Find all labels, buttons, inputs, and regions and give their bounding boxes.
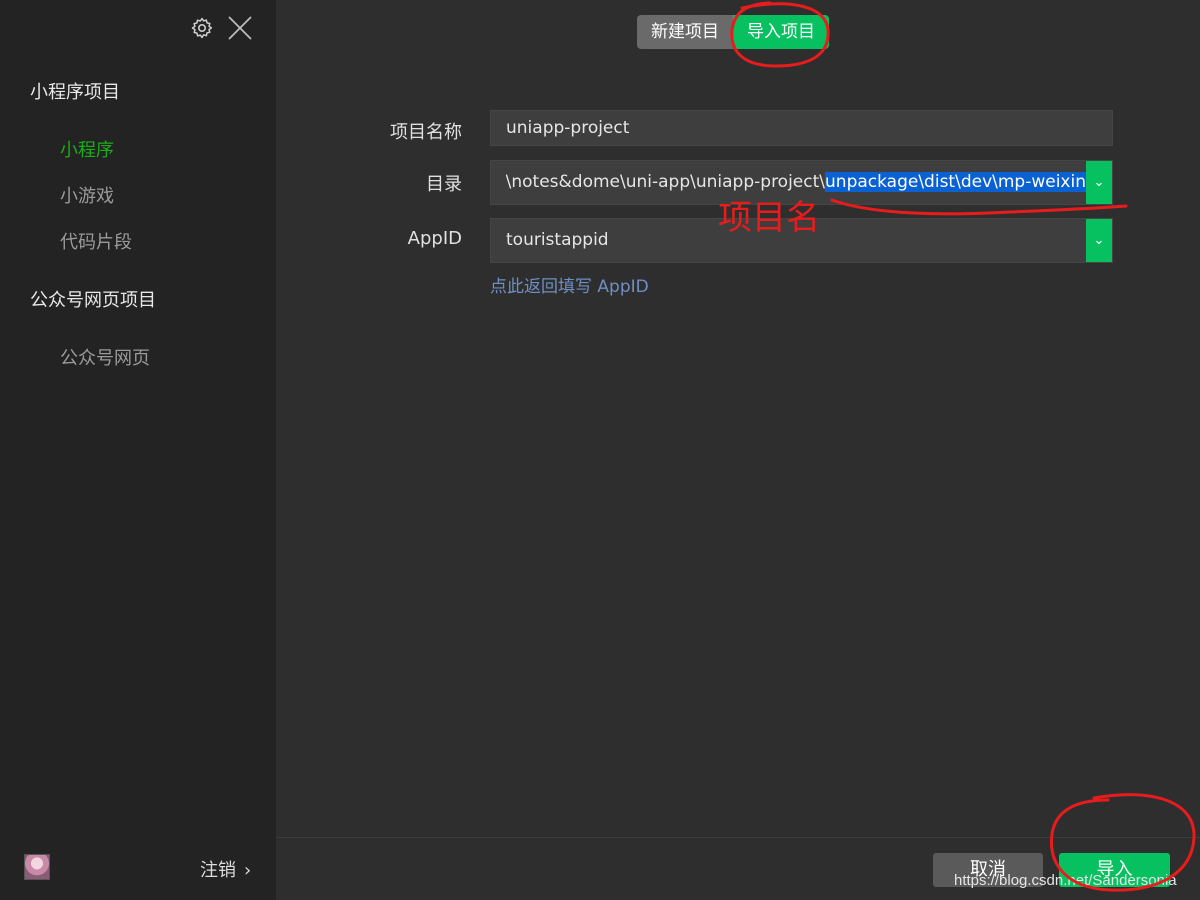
footer-divider <box>276 837 1200 838</box>
tab-new-project[interactable]: 新建项目 <box>637 15 733 49</box>
sidebar-item-minigame[interactable]: 小游戏 <box>60 182 114 208</box>
directory-label: 目录 <box>426 174 462 195</box>
chevron-down-icon: ⌄ <box>1093 175 1105 190</box>
sidebar-top-icons <box>190 14 254 42</box>
project-name-label: 项目名称 <box>390 122 462 143</box>
project-mode-tabs: 新建项目 导入项目 <box>637 15 829 49</box>
annotation-label: 项目名 <box>718 198 820 238</box>
close-icon[interactable] <box>226 14 254 42</box>
sidebar-item-code-snippet[interactable]: 代码片段 <box>60 228 132 254</box>
appid-dropdown-button[interactable]: ⌄ <box>1086 219 1112 262</box>
sidebar-item-official-web[interactable]: 公众号网页 <box>60 344 150 370</box>
appid-label: AppID <box>407 228 462 249</box>
gear-icon[interactable] <box>190 16 214 40</box>
logout-button[interactable]: 注销 › <box>200 856 251 882</box>
project-name-input[interactable]: uniapp-project <box>490 110 1113 146</box>
appid-return-link[interactable]: 点此返回填写 AppID <box>490 272 649 297</box>
chevron-down-icon: ⌄ <box>1093 233 1105 248</box>
section-title-official-account: 公众号网页项目 <box>30 290 156 311</box>
directory-path-prefix: ktop\notes&dome\uni-app\uniapp-project\ <box>506 172 826 192</box>
avatar[interactable] <box>24 854 50 880</box>
logout-label: 注销 <box>200 860 236 881</box>
appid-value: touristappid <box>506 230 609 250</box>
directory-path-selected: unpackage\dist\dev\mp-weixin <box>825 172 1086 192</box>
tab-import-project[interactable]: 导入项目 <box>733 15 829 49</box>
section-title-miniprogram: 小程序项目 <box>30 82 120 103</box>
sidebar: 小程序项目 小程序 小游戏 代码片段 公众号网页项目 公众号网页 注销 › <box>0 0 276 900</box>
sidebar-item-miniprogram[interactable]: 小程序 <box>60 136 114 162</box>
chevron-right-icon: › <box>244 860 252 881</box>
directory-dropdown-button[interactable]: ⌄ <box>1086 161 1112 204</box>
watermark: https://blog.csdn.net/Sandersonia <box>954 872 1177 889</box>
